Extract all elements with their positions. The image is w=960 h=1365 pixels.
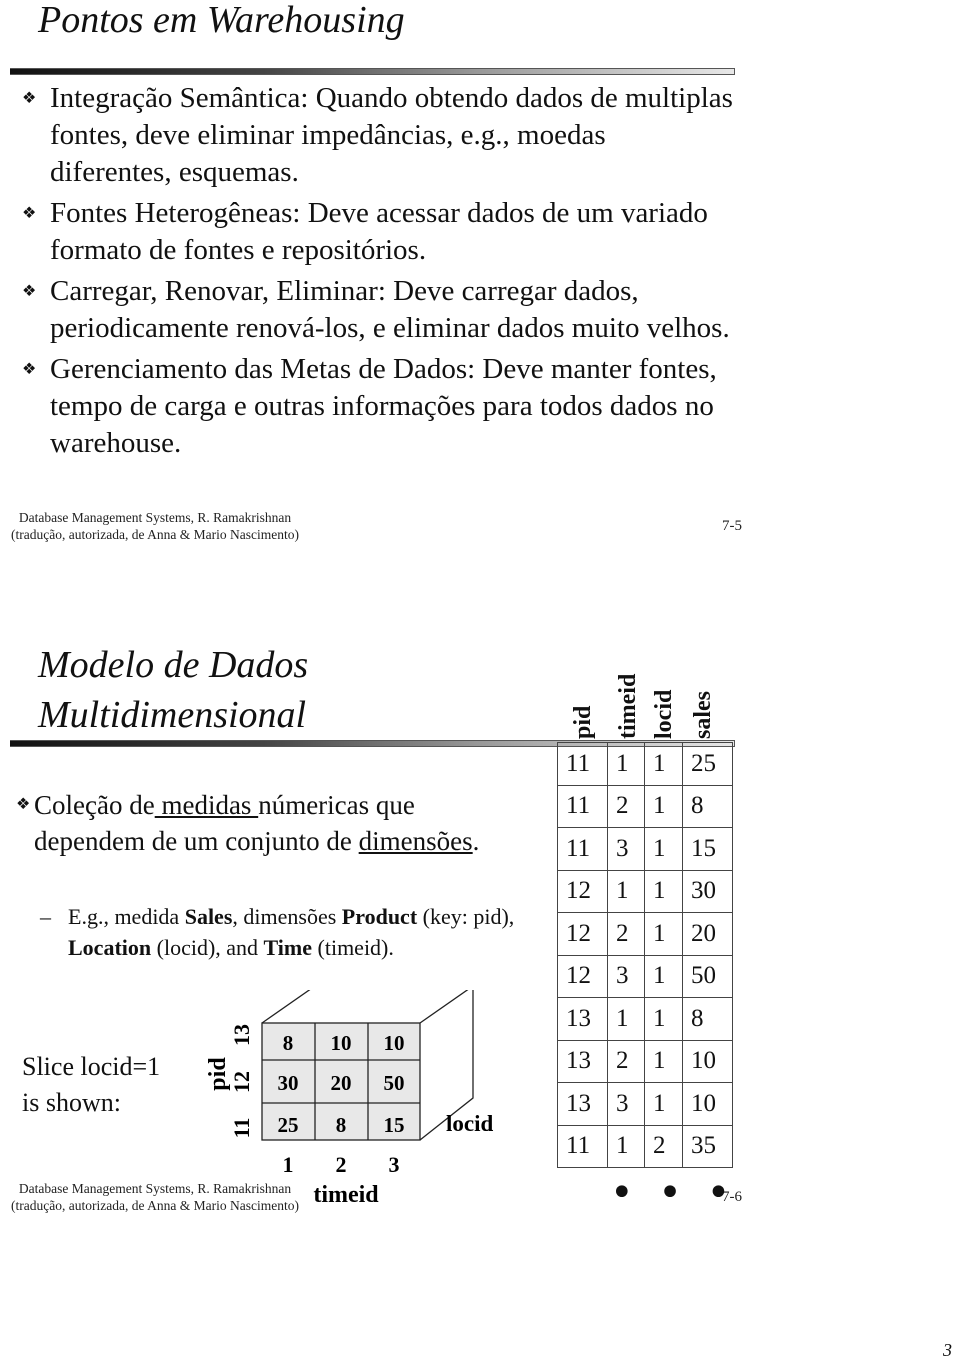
- table-cell-pid: 12: [557, 912, 608, 956]
- cube-cell-value: 15: [384, 1113, 405, 1137]
- table-cell-timeid: 2: [607, 784, 645, 828]
- pid-tick-label: 12: [229, 1071, 254, 1093]
- dash-bullet-icon: –: [40, 904, 51, 929]
- pid-tick-label: 13: [229, 1024, 254, 1046]
- cube-cell-value: 30: [278, 1071, 299, 1095]
- table-row: 13 1 1 8: [557, 997, 733, 1041]
- pid-tick-label: 11: [229, 1118, 254, 1139]
- slide1-number: 7-5: [722, 518, 742, 534]
- cube-cell-value: 8: [336, 1113, 347, 1137]
- slide2-bullet: ❖ Coleção de medidas númericas que depen…: [14, 787, 514, 863]
- table-cell-locid: 1: [644, 784, 683, 828]
- table-cell-sales: 8: [682, 784, 733, 828]
- diamond-bullet-icon: ❖: [22, 361, 37, 378]
- table-cell-timeid: 1: [607, 742, 645, 786]
- cube-cell-value: 10: [384, 1031, 405, 1055]
- table-cell-locid: 1: [644, 997, 683, 1041]
- bullet-item: ❖ Integração Semântica: Quando obtendo d…: [22, 82, 733, 188]
- column-header-sales: sales: [690, 691, 716, 739]
- table-cell-locid: 1: [644, 742, 683, 786]
- slide1-bullet-list: ❖ Integração Semântica: Quando obtendo d…: [14, 80, 734, 466]
- table-cell-pid: 11: [557, 742, 608, 786]
- slide2-title: Modelo de Dados Multidimensional: [38, 644, 309, 736]
- fact-table: 11 1 1 25 11 2 1 8 11 3 1 15 12 1 1 30 12 2 1 20 12 3 1 50 13 1 1 8…: [557, 742, 733, 1168]
- slide1-footer: Database Management Systems, R. Ramakris…: [11, 510, 299, 542]
- table-cell-timeid: 1: [607, 1124, 645, 1168]
- table-row: 13 2 1 10: [557, 1039, 733, 1083]
- column-header-pid: pid: [570, 705, 596, 739]
- table-cell-timeid: 3: [607, 1082, 645, 1126]
- table-cell-timeid: 1: [607, 997, 645, 1041]
- slide2-sub-bullet: – E.g., medida Sales, dimensões Product …: [40, 901, 520, 963]
- cube-cell-value: 10: [331, 1031, 352, 1055]
- bullet-item: ❖ Gerenciamento das Metas de Dados: Deve…: [22, 353, 717, 459]
- locid-axis-label: locid: [446, 1111, 493, 1136]
- table-cell-timeid: 1: [607, 869, 645, 913]
- table-row: 11 1 2 35: [557, 1124, 733, 1168]
- table-row: 12 3 1 50: [557, 954, 733, 998]
- table-cell-sales: 30: [682, 869, 733, 913]
- table-cell-timeid: 3: [607, 954, 645, 998]
- table-cell-pid: 11: [557, 827, 608, 871]
- cube-cell-value: 50: [384, 1071, 405, 1095]
- table-cell-pid: 12: [557, 869, 608, 913]
- cube-edge: [419, 990, 469, 1024]
- bullet-item: ❖ Carregar, Renovar, Eliminar: Deve carr…: [22, 275, 730, 344]
- continuation-dots: • • •: [610, 1170, 737, 1216]
- table-cell-locid: 1: [644, 869, 683, 913]
- column-header-timeid: timeid: [615, 673, 641, 739]
- slide1-title: Pontos em Warehousing: [38, 0, 405, 41]
- table-cell-sales: 10: [682, 1039, 733, 1083]
- table-cell-pid: 13: [557, 1039, 608, 1083]
- diamond-bullet-icon: ❖: [22, 90, 37, 107]
- table-row: 11 1 1 25: [557, 742, 733, 786]
- diamond-bullet-icon: ❖: [16, 796, 31, 813]
- column-header-locid: locid: [651, 689, 677, 739]
- cube-cell-value: 25: [278, 1113, 299, 1137]
- timeid-tick-label: 1: [283, 1152, 294, 1177]
- table-cell-pid: 11: [557, 784, 608, 828]
- cube-cell-value: 20: [331, 1071, 352, 1095]
- diamond-bullet-icon: ❖: [22, 205, 37, 222]
- table-cell-pid: 13: [557, 997, 608, 1041]
- table-cell-locid: 1: [644, 912, 683, 956]
- table-cell-pid: 11: [557, 1124, 608, 1168]
- fact-table-header: pid timeid locid sales: [557, 650, 737, 740]
- table-cell-timeid: 2: [607, 1039, 645, 1083]
- table-row: 11 3 1 15: [557, 827, 733, 871]
- page-number: 3: [943, 1340, 952, 1360]
- slide2-footer: Database Management Systems, R. Ramakris…: [11, 1181, 299, 1213]
- table-cell-locid: 1: [644, 1082, 683, 1126]
- table-cell-timeid: 2: [607, 912, 645, 956]
- table-cell-sales: 25: [682, 742, 733, 786]
- table-cell-pid: 13: [557, 1082, 608, 1126]
- table-cell-sales: 10: [682, 1082, 733, 1126]
- table-cell-sales: 20: [682, 912, 733, 956]
- table-cell-timeid: 3: [607, 827, 645, 871]
- table-cell-locid: 2: [644, 1124, 683, 1168]
- table-cell-locid: 1: [644, 954, 683, 998]
- timeid-tick-label: 3: [389, 1152, 400, 1177]
- table-cell-sales: 15: [682, 827, 733, 871]
- table-cell-sales: 35: [682, 1124, 733, 1168]
- table-row: 11 2 1 8: [557, 784, 733, 828]
- table-row: 12 1 1 30: [557, 869, 733, 913]
- cube-cell-value: 8: [283, 1031, 294, 1055]
- pid-axis-label: pid: [205, 1057, 231, 1091]
- table-cell-sales: 8: [682, 997, 733, 1041]
- table-cell-pid: 12: [557, 954, 608, 998]
- diamond-bullet-icon: ❖: [22, 283, 37, 300]
- table-cell-locid: 1: [644, 827, 683, 871]
- table-row: 13 3 1 10: [557, 1082, 733, 1126]
- timeid-tick-label: 2: [336, 1152, 347, 1177]
- bullet-item: ❖ Fontes Heterogêneas: Deve acessar dado…: [22, 197, 708, 266]
- slice-caption: Slice locid=1 is shown:: [22, 1052, 161, 1117]
- timeid-axis-label: timeid: [313, 1182, 379, 1208]
- table-cell-locid: 1: [644, 1039, 683, 1083]
- table-row: 12 2 1 20: [557, 912, 733, 956]
- title-rule: [10, 68, 735, 75]
- table-cell-sales: 50: [682, 954, 733, 998]
